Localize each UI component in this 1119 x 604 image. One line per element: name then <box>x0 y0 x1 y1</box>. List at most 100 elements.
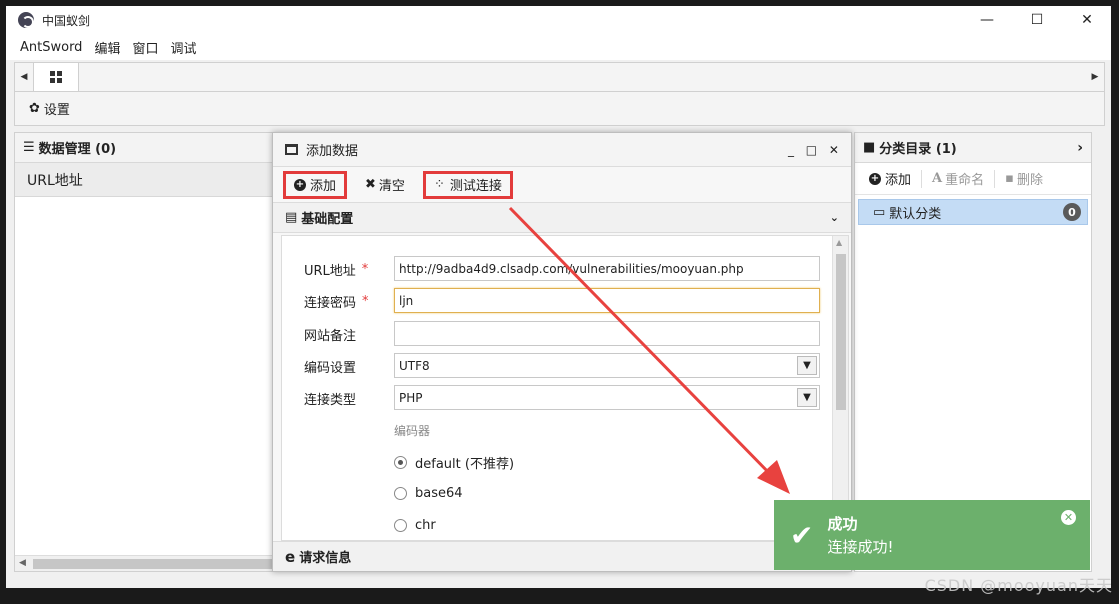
encoding-label: 编码设置 <box>304 360 357 376</box>
document-icon: ▤ <box>285 210 298 225</box>
horizontal-scrollbar[interactable]: ◀ <box>15 555 275 571</box>
tab-home[interactable] <box>33 63 79 91</box>
section-basic-config[interactable]: ▤ 基础配置 ⌄ <box>273 203 851 233</box>
section-basic-title: 基础配置 <box>301 212 354 227</box>
minimize-button[interactable]: — <box>963 6 1011 34</box>
grid-icon <box>50 71 62 83</box>
category-delete-label: 删除 <box>1016 173 1043 188</box>
checkmark-icon: ✔ <box>790 518 814 552</box>
encoding-label-row: 编码设置 <box>304 353 356 379</box>
column-header-url[interactable]: URL地址 <box>15 163 275 197</box>
encoder-option-chr[interactable]: chr <box>394 518 436 533</box>
note-input[interactable] <box>394 321 820 346</box>
type-value: PHP <box>399 390 423 405</box>
password-input[interactable]: ljn <box>394 288 820 313</box>
tab-scroll-right-icon[interactable]: ▶ <box>1086 63 1104 91</box>
scrollbar-thumb[interactable] <box>836 254 846 410</box>
main-toolbar: ✿ 设置 <box>14 92 1105 126</box>
data-management-header: ☰ 数据管理 (0) <box>15 133 275 163</box>
tab-bar: ◀ ▶ <box>14 62 1105 92</box>
scrollbar-thumb[interactable] <box>33 559 275 569</box>
type-label: 连接类型 <box>304 392 357 408</box>
antsword-logo-icon <box>18 12 34 28</box>
data-management-panel: ☰ 数据管理 (0) URL地址 ◀ <box>14 132 276 572</box>
test-connection-label: 测试连接 <box>449 179 502 194</box>
window-icon <box>285 144 298 155</box>
scroll-left-icon[interactable]: ◀ <box>19 558 26 568</box>
menu-bar: AntSword 编辑 窗口 调试 <box>6 34 1111 60</box>
settings-label: 设置 <box>43 103 70 118</box>
section-request-title: 请求信息 <box>299 551 352 566</box>
settings-button[interactable]: ✿ 设置 <box>29 99 70 118</box>
url-input[interactable]: http://9adba4d9.clsadp.com/vulnerabiliti… <box>394 256 820 281</box>
dialog-window-controls[interactable]: _ □ ✕ <box>788 143 843 157</box>
category-add-button[interactable]: + 添加 <box>869 169 911 188</box>
menu-debug[interactable]: 调试 <box>170 38 196 57</box>
category-toolbar: + 添加 A 重命名 ▪ 删除 <box>855 163 1091 195</box>
category-title: 分类目录 (1) <box>879 142 957 157</box>
add-button[interactable]: + 添加 <box>283 170 348 199</box>
chevron-down-icon[interactable]: ⌄ <box>830 211 839 224</box>
list-icon: ☰ <box>23 140 35 155</box>
font-icon: A <box>932 171 943 186</box>
password-label-row: 连接密码 * <box>304 288 369 314</box>
success-toast: ✔ 成功 连接成功! ✕ <box>774 500 1090 570</box>
gear-icon: ✿ <box>29 101 40 116</box>
category-rename-button[interactable]: A 重命名 <box>932 169 984 188</box>
type-label-row: 连接类型 <box>304 385 356 411</box>
plus-circle-icon: + <box>294 178 306 191</box>
menu-edit[interactable]: 编辑 <box>94 38 120 57</box>
note-label: 网站备注 <box>304 328 357 344</box>
scroll-up-icon[interactable]: ▲ <box>836 238 842 247</box>
required-mark: * <box>361 261 369 277</box>
clear-button-label: 清空 <box>378 179 405 194</box>
maximize-button[interactable]: ☐ <box>1013 6 1061 34</box>
radio-unchecked[interactable] <box>394 487 407 500</box>
toast-close-icon[interactable]: ✕ <box>1061 510 1076 525</box>
required-mark: * <box>362 293 369 309</box>
encoder-option-label: base64 <box>415 486 463 501</box>
data-management-title: 数据管理 (0) <box>38 142 117 157</box>
watermark: CSDN @mooyuan天天 <box>924 576 1113 595</box>
encoder-option-label: chr <box>415 518 436 533</box>
type-select[interactable]: PHP ▼ <box>394 385 820 410</box>
encoding-select[interactable]: UTF8 ▼ <box>394 353 820 378</box>
plus-circle-icon: + <box>869 172 881 185</box>
url-label-row: URL地址 * <box>304 256 368 282</box>
vertical-scrollbar[interactable]: ▲ <box>832 236 848 540</box>
chevron-down-icon[interactable]: ▼ <box>797 388 817 407</box>
close-button[interactable]: ✕ <box>1063 6 1111 34</box>
category-item-label: 默认分类 <box>889 206 942 222</box>
radio-checked[interactable] <box>394 456 407 469</box>
dialog-title: 添加数据 <box>306 144 359 159</box>
menu-window[interactable]: 窗口 <box>132 38 158 57</box>
encoder-option-base64[interactable]: base64 <box>394 486 463 501</box>
spinner-icon: ⁘ <box>433 177 445 192</box>
menu-antsword[interactable]: AntSword <box>20 40 82 55</box>
encoding-value: UTF8 <box>399 358 430 373</box>
section-request-info[interactable]: e 请求信息 <box>273 541 851 571</box>
basic-config-form: URL地址 * http://9adba4d9.clsadp.com/vulne… <box>281 235 849 541</box>
encoder-option-label: default (不推荐) <box>415 457 515 472</box>
toast-message: 连接成功! <box>827 538 894 556</box>
trash-icon: ▪ <box>1005 171 1014 186</box>
chevron-right-icon[interactable]: › <box>1077 140 1083 156</box>
dialog-title-bar[interactable]: 添加数据 _ □ ✕ <box>273 133 851 167</box>
category-header: ■ 分类目录 (1) › <box>855 133 1091 163</box>
tab-scroll-left-icon[interactable]: ◀ <box>15 63 33 91</box>
category-add-label: 添加 <box>885 173 912 188</box>
add-button-label: 添加 <box>310 179 337 194</box>
category-delete-button[interactable]: ▪ 删除 <box>1005 169 1043 188</box>
folder-icon: ■ <box>863 140 876 155</box>
clear-button[interactable]: ✖ 清空 <box>357 171 413 199</box>
x-icon: ✖ <box>365 177 376 192</box>
chevron-down-icon[interactable]: ▼ <box>797 356 817 375</box>
password-label: 连接密码 <box>304 295 357 311</box>
radio-unchecked[interactable] <box>394 519 407 532</box>
encoder-option-default[interactable]: default (不推荐) <box>394 453 514 472</box>
category-item-default[interactable]: ▭ 默认分类 0 <box>858 199 1088 225</box>
encoder-label: 编码器 <box>394 424 431 438</box>
url-label: URL地址 <box>304 263 356 279</box>
category-rename-label: 重命名 <box>945 173 985 188</box>
test-connection-button[interactable]: ⁘ 测试连接 <box>422 170 513 199</box>
